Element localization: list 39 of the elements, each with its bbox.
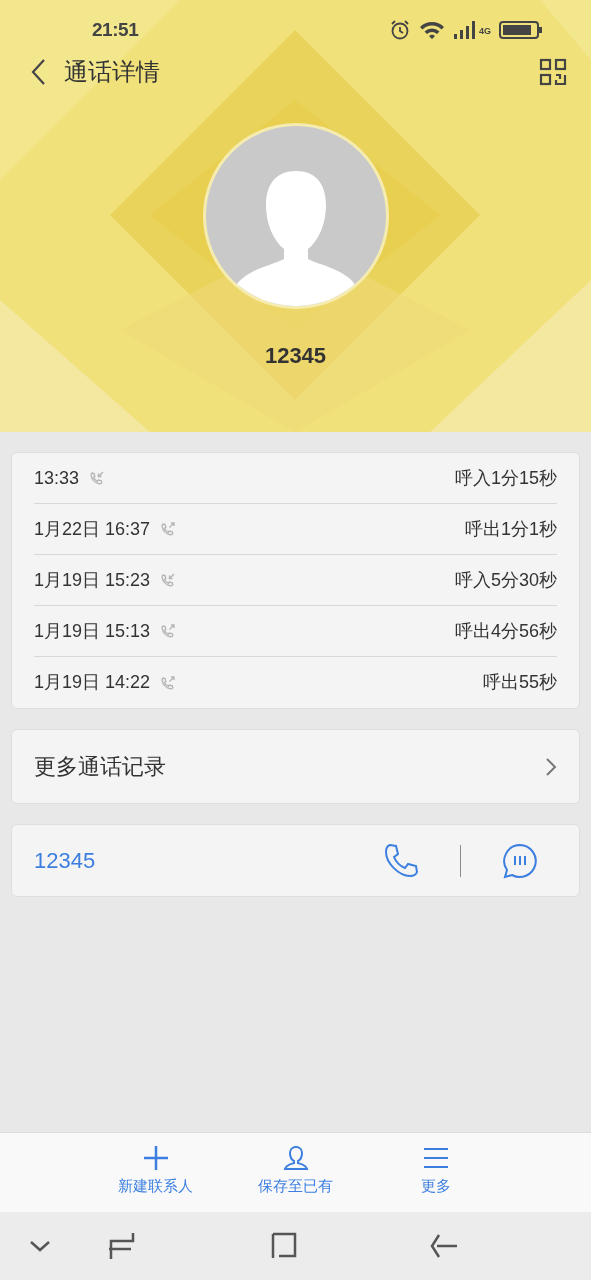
new-contact-button[interactable]: 新建联系人	[105, 1145, 206, 1212]
save-to-existing-button[interactable]: 保存至已有	[245, 1145, 346, 1212]
signal-icon	[453, 20, 477, 40]
home-button[interactable]	[269, 1232, 297, 1260]
incoming-call-icon	[161, 573, 176, 587]
page-title: 通话详情	[64, 57, 160, 87]
phone-number: 12345	[34, 847, 96, 875]
wifi-icon	[419, 20, 445, 40]
menu-icon	[422, 1145, 449, 1171]
status-time: 21:51	[92, 17, 139, 42]
qr-code-button[interactable]	[539, 58, 567, 86]
call-duration: 呼出1分1秒	[464, 517, 557, 541]
recents-button[interactable]	[107, 1231, 137, 1261]
call-time: 13:33	[34, 466, 80, 490]
outgoing-call-icon	[161, 624, 176, 638]
call-duration: 呼入5分30秒	[454, 568, 557, 592]
more-button[interactable]: 更多	[385, 1145, 486, 1212]
incoming-call-icon	[90, 471, 105, 485]
caller-number: 12345	[264, 342, 327, 370]
person-icon	[282, 1145, 309, 1171]
alarm-icon	[389, 19, 411, 41]
call-duration: 呼出4分56秒	[454, 619, 557, 643]
call-duration: 呼出55秒	[482, 671, 557, 694]
network-type: 4G	[479, 25, 491, 38]
call-time: 1月19日 15:13	[34, 619, 151, 643]
collapse-button[interactable]	[28, 1239, 52, 1253]
battery-icon	[499, 21, 543, 39]
call-time: 1月22日 16:37	[34, 517, 151, 541]
message-button[interactable]	[501, 841, 539, 880]
chevron-right-icon	[545, 756, 557, 777]
outgoing-call-icon	[161, 675, 176, 690]
call-button[interactable]	[382, 841, 420, 880]
more-records-item[interactable]: 更多通话记录	[11, 729, 580, 804]
call-time: 1月19日 14:22	[34, 671, 151, 694]
call-duration: 呼入1分15秒	[454, 466, 557, 490]
call-time: 1月19日 15:23	[34, 568, 151, 592]
plus-icon	[142, 1145, 169, 1171]
back-nav-button[interactable]	[429, 1232, 459, 1260]
outgoing-call-icon	[161, 522, 176, 536]
